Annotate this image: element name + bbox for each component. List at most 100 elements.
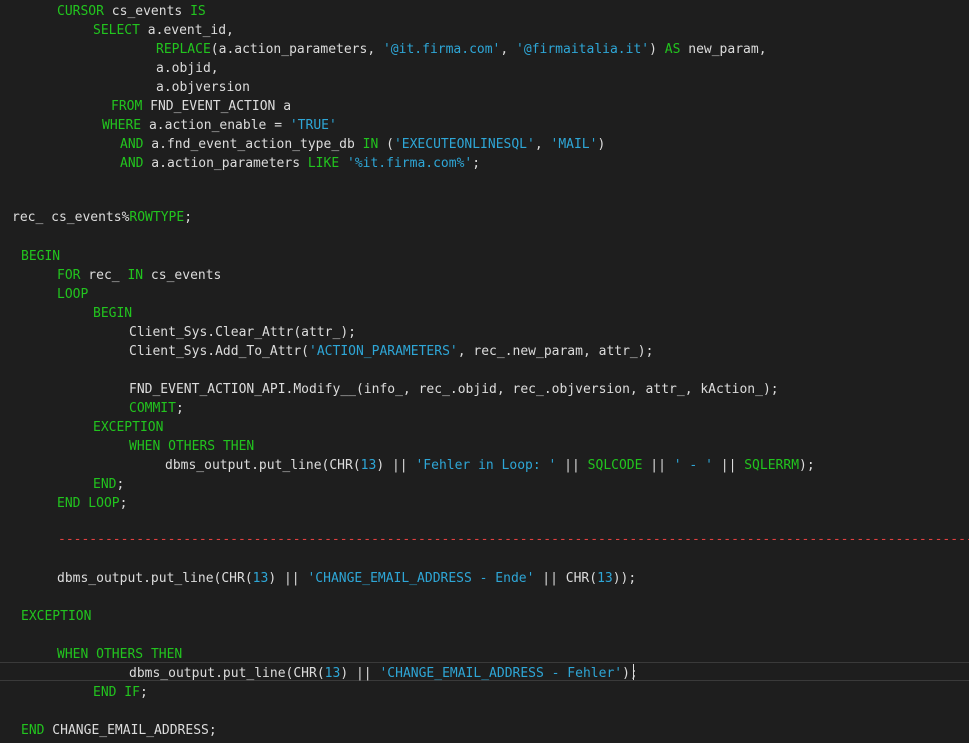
code-token: ( xyxy=(378,137,394,152)
keyword-token: SELECT xyxy=(93,23,140,38)
code-token: ; xyxy=(175,401,184,416)
code-token: ; xyxy=(139,685,148,700)
code-line: dbms_output.put_line(CHR(13) || 'Fehler … xyxy=(165,456,815,475)
keyword-token: THEN xyxy=(222,439,255,454)
keyword-token: REPLACE xyxy=(156,42,211,57)
keyword-token: BEGIN xyxy=(93,306,133,321)
separator-comment-line: ----------------------------------------… xyxy=(58,532,969,547)
code-token: ; xyxy=(472,156,481,171)
code-token: CHANGE_EMAIL_ADDRESS; xyxy=(44,723,217,738)
code-line: WHERE a.action_enable = 'TRUE' xyxy=(102,116,337,135)
keyword-token: AND xyxy=(120,137,144,152)
code-token: (a.action_parameters, xyxy=(210,42,383,57)
code-token: a.fnd_event_action_type_db xyxy=(143,137,363,152)
code-line: FOR rec_ IN cs_events xyxy=(57,266,221,285)
keyword-token: OTHERS xyxy=(168,439,216,454)
keyword-token: AS xyxy=(664,42,681,57)
code-line: BEGIN xyxy=(93,304,132,323)
code-line: Client_Sys.Clear_Attr(attr_); xyxy=(129,323,356,342)
keyword-token: WHEN xyxy=(129,439,161,454)
keyword-token: SQLERRM xyxy=(744,458,800,473)
code-token: Client_Sys.Add_To_Attr( xyxy=(129,344,310,359)
code-line: WHEN OTHERS THEN xyxy=(57,645,182,664)
keyword-token: END xyxy=(21,723,45,738)
code-token: ; xyxy=(184,210,193,225)
code-line: rec_ cs_events%ROWTYPE; xyxy=(12,208,192,227)
keyword-token: FROM xyxy=(111,99,143,114)
code-token: rec_ cs_events% xyxy=(12,210,130,225)
code-token: cs_events xyxy=(143,268,222,283)
code-line: LOOP xyxy=(57,285,88,304)
number-literal: 13 xyxy=(252,571,269,586)
string-literal: '@firmaitalia.it' xyxy=(516,42,650,57)
keyword-token: IN xyxy=(127,268,144,283)
code-token: || xyxy=(642,458,674,473)
code-token: cs_events xyxy=(103,4,191,19)
code-line: WHEN OTHERS THEN xyxy=(129,437,254,456)
code-token: a.action_enable = xyxy=(141,118,290,133)
code-token: a.objid, xyxy=(156,61,219,76)
string-literal: 'TRUE' xyxy=(289,118,337,133)
code-token: dbms_output.put_line(CHR( xyxy=(129,666,325,681)
string-literal: 'ACTION_PARAMETERS' xyxy=(309,344,458,359)
keyword-token: WHERE xyxy=(102,118,142,133)
keyword-token: COMMIT xyxy=(129,401,176,416)
code-line: EXCEPTION xyxy=(93,418,163,437)
code-token: ); xyxy=(799,458,815,473)
code-token: , rec_.new_param, attr_); xyxy=(457,344,654,359)
code-token: ) xyxy=(649,42,665,57)
code-token: , xyxy=(500,42,517,57)
number-literal: 13 xyxy=(360,458,377,473)
code-line: dbms_output.put_line(CHR(13) || 'CHANGE_… xyxy=(57,569,636,588)
keyword-token: END xyxy=(93,477,117,492)
code-token: a.action_parameters xyxy=(143,156,308,171)
string-literal: ' - ' xyxy=(673,458,713,473)
code-token: dbms_output.put_line(CHR( xyxy=(165,458,361,473)
keyword-token: OTHERS xyxy=(96,647,144,662)
code-line: a.objid, xyxy=(156,59,219,78)
code-line: Client_Sys.Add_To_Attr('ACTION_PARAMETER… xyxy=(129,342,653,361)
keyword-token: END LOOP xyxy=(57,496,120,511)
keyword-token: IN xyxy=(362,137,379,152)
code-line: BEGIN xyxy=(21,247,60,266)
keyword-token: LIKE xyxy=(307,156,340,171)
code-token: ) || xyxy=(376,458,416,473)
code-token: ; xyxy=(119,496,128,511)
code-line: dbms_output.put_line(CHR(13) || 'CHANGE_… xyxy=(129,664,638,683)
keyword-token: CURSOR xyxy=(57,4,104,19)
code-token: new_param, xyxy=(680,42,767,57)
number-literal: 13 xyxy=(597,571,613,586)
string-literal: 'Fehler in Loop: ' xyxy=(415,458,557,473)
keyword-token: THEN xyxy=(150,647,183,662)
code-token: ) xyxy=(597,137,606,152)
code-line: SELECT a.event_id, xyxy=(93,21,234,40)
code-token: FND_EVENT_ACTION a xyxy=(142,99,292,114)
code-line: CURSOR cs_events IS xyxy=(57,2,206,21)
code-token: FND_EVENT_ACTION_API.Modify__(info_, rec… xyxy=(129,382,779,397)
code-line: END IF; xyxy=(93,683,148,702)
code-token: a.objversion xyxy=(156,80,250,95)
code-token: , xyxy=(534,137,551,152)
keyword-token: LOOP xyxy=(57,287,89,302)
string-literal: 'CHANGE_EMAIL_ADDRESS - Fehler' xyxy=(379,666,623,681)
code-token: || CHR( xyxy=(534,571,598,586)
code-token: ); xyxy=(622,666,638,681)
keyword-token: SQLCODE xyxy=(587,458,643,473)
keyword-token: EXCEPTION xyxy=(21,609,92,624)
keyword-token: IS xyxy=(190,4,206,19)
string-literal: '@it.firma.com' xyxy=(382,42,501,57)
text-caret xyxy=(633,664,634,680)
code-line: COMMIT; xyxy=(129,399,184,418)
code-line: FROM FND_EVENT_ACTION a xyxy=(111,97,291,116)
code-token: Client_Sys.Clear_Attr(attr_); xyxy=(129,325,356,340)
code-line: AND a.action_parameters LIKE '%it.firma.… xyxy=(120,154,480,173)
code-line: END; xyxy=(93,475,124,494)
number-literal: 13 xyxy=(324,666,341,681)
string-literal: 'EXECUTEONLINESQL' xyxy=(393,137,535,152)
code-token: ) || xyxy=(268,571,308,586)
code-line: END CHANGE_EMAIL_ADDRESS; xyxy=(21,721,217,740)
code-editor[interactable]: CURSOR cs_events IS SELECT a.event_id, REP… xyxy=(0,0,969,743)
code-line: END LOOP; xyxy=(57,494,127,513)
